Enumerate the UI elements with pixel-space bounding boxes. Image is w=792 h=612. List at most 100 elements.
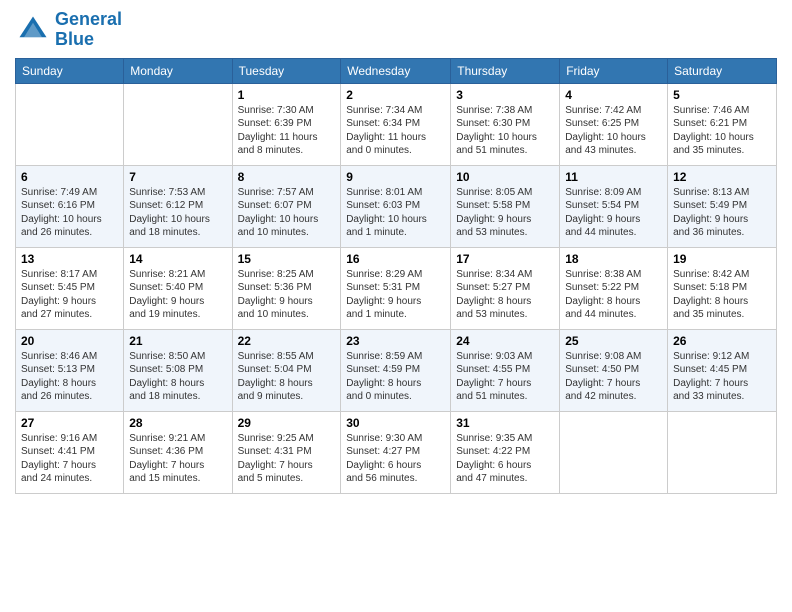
week-row-3: 13 Sunrise: 8:17 AM Sunset: 5:45 PM Dayli… [16, 247, 777, 329]
day-number: 26 [673, 334, 771, 348]
calendar-cell: 28 Sunrise: 9:21 AM Sunset: 4:36 PM Dayli… [124, 411, 232, 493]
calendar-cell: 23Sunrise: 8:59 AM Sunset: 4:59 PM Dayli… [341, 329, 451, 411]
day-info: Sunrise: 8:55 AM Sunset: 5:04 PM Dayligh… [238, 350, 336, 404]
day-info: Sunrise: 8:09 AM Sunset: 5:54 PM Dayligh… [565, 186, 662, 240]
calendar-cell: 8Sunrise: 7:57 AM Sunset: 6:07 PM Daylig… [232, 165, 341, 247]
calendar-cell: 24Sunrise: 9:03 AM Sunset: 4:55 PM Dayli… [451, 329, 560, 411]
day-info: Sunrise: 8:25 AM Sunset: 5:36 PM Dayligh… [238, 268, 336, 322]
day-number: 31 [456, 416, 554, 430]
calendar-cell: 22 Sunrise: 8:55 AM Sunset: 5:04 PM Dayli… [232, 329, 341, 411]
day-number: 25 [565, 334, 662, 348]
weekday-header-friday: Friday [560, 58, 668, 83]
calendar-cell: 10 Sunrise: 8:05 AM Sunset: 5:58 PM Dayli… [451, 165, 560, 247]
calendar-cell [124, 83, 232, 165]
day-info: Sunrise: 7:30 AM Sunset: 6:39 PM Dayligh… [238, 104, 336, 158]
day-number: 1 [238, 88, 336, 102]
day-info: Sunrise: 7:34 AM Sunset: 6:34 PM Dayligh… [346, 104, 445, 158]
logo: General Blue [15, 10, 122, 50]
day-number: 15 [238, 252, 336, 266]
day-info: Sunrise: 7:42 AM Sunset: 6:25 PM Dayligh… [565, 104, 662, 158]
day-number: 6 [21, 170, 118, 184]
calendar-cell: 16Sunrise: 8:29 AM Sunset: 5:31 PM Dayli… [341, 247, 451, 329]
logo-icon [15, 12, 51, 48]
day-info: Sunrise: 8:59 AM Sunset: 4:59 PM Dayligh… [346, 350, 445, 404]
day-info: Sunrise: 7:38 AM Sunset: 6:30 PM Dayligh… [456, 104, 554, 158]
day-number: 13 [21, 252, 118, 266]
day-number: 21 [129, 334, 226, 348]
calendar-cell: 19 Sunrise: 8:42 AM Sunset: 5:18 PM Dayli… [668, 247, 777, 329]
calendar-cell: 14 Sunrise: 8:21 AM Sunset: 5:40 PM Dayli… [124, 247, 232, 329]
weekday-header-saturday: Saturday [668, 58, 777, 83]
day-info: Sunrise: 9:30 AM Sunset: 4:27 PM Dayligh… [346, 432, 445, 486]
day-info: Sunrise: 8:01 AM Sunset: 6:03 PM Dayligh… [346, 186, 445, 240]
day-number: 17 [456, 252, 554, 266]
calendar-cell [560, 411, 668, 493]
day-info: Sunrise: 8:50 AM Sunset: 5:08 PM Dayligh… [129, 350, 226, 404]
calendar-cell: 21 Sunrise: 8:50 AM Sunset: 5:08 PM Dayli… [124, 329, 232, 411]
day-info: Sunrise: 8:21 AM Sunset: 5:40 PM Dayligh… [129, 268, 226, 322]
day-number: 9 [346, 170, 445, 184]
day-number: 7 [129, 170, 226, 184]
day-number: 30 [346, 416, 445, 430]
calendar-cell: 31 Sunrise: 9:35 AM Sunset: 4:22 PM Dayli… [451, 411, 560, 493]
header: General Blue [15, 10, 777, 50]
day-info: Sunrise: 7:49 AM Sunset: 6:16 PM Dayligh… [21, 186, 118, 240]
day-number: 11 [565, 170, 662, 184]
day-info: Sunrise: 9:08 AM Sunset: 4:50 PM Dayligh… [565, 350, 662, 404]
week-row-2: 6 Sunrise: 7:49 AM Sunset: 6:16 PM Daylig… [16, 165, 777, 247]
day-number: 3 [456, 88, 554, 102]
day-info: Sunrise: 8:29 AM Sunset: 5:31 PM Dayligh… [346, 268, 445, 322]
day-number: 8 [238, 170, 336, 184]
day-info: Sunrise: 9:25 AM Sunset: 4:31 PM Dayligh… [238, 432, 336, 486]
day-number: 27 [21, 416, 118, 430]
day-number: 18 [565, 252, 662, 266]
calendar-cell [668, 411, 777, 493]
day-number: 2 [346, 88, 445, 102]
day-info: Sunrise: 8:05 AM Sunset: 5:58 PM Dayligh… [456, 186, 554, 240]
day-number: 14 [129, 252, 226, 266]
calendar-cell: 7Sunrise: 7:53 AM Sunset: 6:12 PM Daylig… [124, 165, 232, 247]
calendar-cell: 20Sunrise: 8:46 AM Sunset: 5:13 PM Dayli… [16, 329, 124, 411]
calendar-cell: 4 Sunrise: 7:42 AM Sunset: 6:25 PM Daylig… [560, 83, 668, 165]
day-number: 12 [673, 170, 771, 184]
weekday-header-thursday: Thursday [451, 58, 560, 83]
day-info: Sunrise: 8:34 AM Sunset: 5:27 PM Dayligh… [456, 268, 554, 322]
day-info: Sunrise: 9:35 AM Sunset: 4:22 PM Dayligh… [456, 432, 554, 486]
calendar-cell: 15 Sunrise: 8:25 AM Sunset: 5:36 PM Dayli… [232, 247, 341, 329]
calendar-cell: 29 Sunrise: 9:25 AM Sunset: 4:31 PM Dayli… [232, 411, 341, 493]
week-row-5: 27Sunrise: 9:16 AM Sunset: 4:41 PM Dayli… [16, 411, 777, 493]
day-info: Sunrise: 8:17 AM Sunset: 5:45 PM Dayligh… [21, 268, 118, 322]
day-info: Sunrise: 7:46 AM Sunset: 6:21 PM Dayligh… [673, 104, 771, 158]
weekday-header-row: SundayMondayTuesdayWednesdayThursdayFrid… [16, 58, 777, 83]
calendar-cell: 3 Sunrise: 7:38 AM Sunset: 6:30 PM Daylig… [451, 83, 560, 165]
calendar-cell: 12Sunrise: 8:13 AM Sunset: 5:49 PM Dayli… [668, 165, 777, 247]
weekday-header-wednesday: Wednesday [341, 58, 451, 83]
day-number: 20 [21, 334, 118, 348]
day-number: 10 [456, 170, 554, 184]
calendar-cell: 26 Sunrise: 9:12 AM Sunset: 4:45 PM Dayli… [668, 329, 777, 411]
calendar-cell [16, 83, 124, 165]
weekday-header-sunday: Sunday [16, 58, 124, 83]
calendar-cell: 11 Sunrise: 8:09 AM Sunset: 5:54 PM Dayli… [560, 165, 668, 247]
day-number: 28 [129, 416, 226, 430]
calendar-cell: 27Sunrise: 9:16 AM Sunset: 4:41 PM Dayli… [16, 411, 124, 493]
week-row-4: 20Sunrise: 8:46 AM Sunset: 5:13 PM Dayli… [16, 329, 777, 411]
day-info: Sunrise: 9:12 AM Sunset: 4:45 PM Dayligh… [673, 350, 771, 404]
day-number: 29 [238, 416, 336, 430]
day-number: 5 [673, 88, 771, 102]
calendar-cell: 5 Sunrise: 7:46 AM Sunset: 6:21 PM Daylig… [668, 83, 777, 165]
day-info: Sunrise: 8:42 AM Sunset: 5:18 PM Dayligh… [673, 268, 771, 322]
page: General Blue SundayMondayTuesdayWednesda… [0, 0, 792, 612]
calendar-cell: 1 Sunrise: 7:30 AM Sunset: 6:39 PM Daylig… [232, 83, 341, 165]
day-number: 22 [238, 334, 336, 348]
calendar-cell: 9 Sunrise: 8:01 AM Sunset: 6:03 PM Daylig… [341, 165, 451, 247]
day-number: 19 [673, 252, 771, 266]
calendar-cell: 25 Sunrise: 9:08 AM Sunset: 4:50 PM Dayli… [560, 329, 668, 411]
week-row-1: 1 Sunrise: 7:30 AM Sunset: 6:39 PM Daylig… [16, 83, 777, 165]
calendar-cell: 30 Sunrise: 9:30 AM Sunset: 4:27 PM Dayli… [341, 411, 451, 493]
day-info: Sunrise: 9:03 AM Sunset: 4:55 PM Dayligh… [456, 350, 554, 404]
day-info: Sunrise: 9:21 AM Sunset: 4:36 PM Dayligh… [129, 432, 226, 486]
calendar-cell: 2 Sunrise: 7:34 AM Sunset: 6:34 PM Daylig… [341, 83, 451, 165]
calendar-cell: 17 Sunrise: 8:34 AM Sunset: 5:27 PM Dayli… [451, 247, 560, 329]
day-number: 4 [565, 88, 662, 102]
